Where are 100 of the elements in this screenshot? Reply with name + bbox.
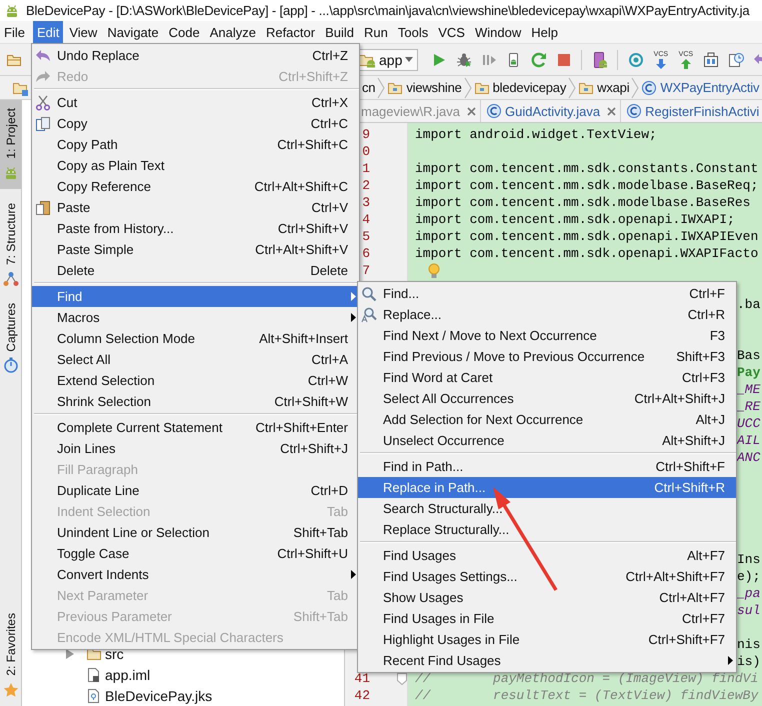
menu-item[interactable]: Show Usages Ctrl+Alt+F7 bbox=[358, 587, 736, 608]
menu-item[interactable]: Select All Occurrences Ctrl+Alt+Shift+J bbox=[358, 388, 736, 409]
editor-tab[interactable]: GuidActivity.java bbox=[481, 100, 622, 122]
tool-window-button[interactable]: 2: Favorites bbox=[0, 605, 21, 706]
menu-item[interactable]: Add Selection for Next Occurrence Alt+J bbox=[358, 409, 736, 430]
shortcut-text: Ctrl+Alt+Shift+J bbox=[634, 391, 725, 406]
breadcrumb[interactable]: cn bbox=[362, 80, 376, 95]
shortcut-text: Ctrl+Alt+Shift+V bbox=[255, 242, 348, 257]
menu-item[interactable]: Find Previous / Move to Previous Occurrence Shift+F3 bbox=[358, 346, 736, 367]
menu[interactable]: Build bbox=[321, 21, 358, 43]
menu-item[interactable]: Convert Indents bbox=[32, 564, 359, 585]
shortcut-text: Alt+Shift+J bbox=[662, 433, 725, 448]
menu-item[interactable]: Find Next / Move to Next Occurrence F3 bbox=[358, 325, 736, 346]
menu-item[interactable]: Find... Ctrl+F bbox=[358, 283, 736, 304]
menu-item[interactable]: Extend Selection Ctrl+W bbox=[32, 370, 359, 391]
star-icon bbox=[2, 682, 18, 698]
menu-item[interactable]: Paste Simple Ctrl+Alt+Shift+V bbox=[32, 239, 359, 260]
menu-item[interactable]: Select All Ctrl+A bbox=[32, 349, 359, 370]
tool-window-button[interactable]: 7: Structure bbox=[0, 194, 21, 295]
menu-item[interactable]: Unindent Line or Selection Shift+Tab bbox=[32, 522, 359, 543]
line-number: 2 bbox=[361, 177, 370, 194]
tool-window-button[interactable]: 1: Project bbox=[0, 100, 21, 189]
line-number: 5 bbox=[361, 228, 370, 245]
menu[interactable]: Code bbox=[164, 21, 204, 43]
menu[interactable]: View bbox=[65, 21, 102, 43]
undo-icon bbox=[35, 48, 51, 64]
code-line: is) bbox=[737, 653, 760, 670]
breadcrumb[interactable]: bledevicepay bbox=[474, 80, 566, 96]
menu-item[interactable]: Copy Reference Ctrl+Alt+Shift+C bbox=[32, 176, 359, 197]
menu[interactable]: Navigate bbox=[103, 21, 163, 43]
file-icon bbox=[86, 688, 102, 704]
close-icon[interactable] bbox=[467, 106, 476, 116]
editor-tab[interactable]: RegisterFinishActivi bbox=[621, 100, 762, 122]
shortcut-text: Ctrl+Shift+Z bbox=[278, 69, 348, 84]
code-line: import com.tencent.mm.sdk.modelbase.BaseRes bbox=[415, 194, 750, 211]
tree-item[interactable]: app.iml bbox=[22, 664, 344, 685]
breadcrumb[interactable]: wxapi bbox=[578, 80, 630, 96]
menu-item[interactable]: Find Usages Alt+F7 bbox=[358, 545, 736, 566]
shortcut-text: Ctrl+Shift+F7 bbox=[648, 632, 725, 647]
close-icon[interactable] bbox=[607, 106, 616, 116]
code-line: import android.widget.TextView; bbox=[415, 126, 657, 143]
menu-item[interactable]: Copy Ctrl+C bbox=[32, 113, 359, 134]
breadcrumb[interactable]: viewshine bbox=[387, 80, 462, 96]
tool-window-button[interactable]: Captures bbox=[0, 294, 21, 382]
code-comment: // payMethodIcon = (ImageView) findVi bbox=[415, 670, 758, 687]
menu[interactable]: Edit bbox=[32, 21, 64, 43]
menu-item[interactable]: Find in Path... Ctrl+Shift+F bbox=[358, 456, 736, 477]
menu[interactable]: Tools bbox=[394, 21, 432, 43]
menu-item[interactable]: Column Selection Mode Alt+Shift+Insert bbox=[32, 328, 359, 349]
menu[interactable]: Refactor bbox=[262, 21, 320, 43]
code-line: AIL bbox=[737, 432, 760, 449]
menu-item[interactable]: Paste from History... Ctrl+Shift+V bbox=[32, 218, 359, 239]
menu-item[interactable]: Recent Find Usages bbox=[358, 650, 736, 671]
shortcut-text: Ctrl+Shift+R bbox=[654, 480, 725, 495]
menu-item[interactable]: Replace in Path... Ctrl+Shift+R bbox=[358, 477, 736, 498]
menu-item[interactable]: Duplicate Line Ctrl+D bbox=[32, 480, 359, 501]
menu-item[interactable]: Replace Structurally... bbox=[358, 519, 736, 540]
stop-icon bbox=[556, 52, 572, 68]
menu-item[interactable]: Complete Current Statement Ctrl+Shift+Enter bbox=[32, 417, 359, 438]
menu-item[interactable]: Cut Ctrl+X bbox=[32, 92, 359, 113]
menu-item[interactable]: Copy as Plain Text bbox=[32, 155, 359, 176]
android-icon bbox=[4, 2, 20, 18]
menu-item[interactable]: Toggle Case Ctrl+Shift+U bbox=[32, 543, 359, 564]
menu-item[interactable]: Delete Delete bbox=[32, 260, 359, 281]
menu[interactable]: Analyze bbox=[206, 21, 260, 43]
menu-item[interactable]: Find Word at Caret Ctrl+F3 bbox=[358, 367, 736, 388]
shortcut-text: Ctrl+X bbox=[312, 95, 348, 110]
clock-icon bbox=[728, 52, 744, 68]
shortcut-text: Ctrl+W bbox=[308, 373, 348, 388]
menu-item[interactable]: Find Usages in File Ctrl+F7 bbox=[358, 608, 736, 629]
menu-item[interactable]: Paste Ctrl+V bbox=[32, 197, 359, 218]
file-icon bbox=[86, 666, 102, 682]
shortcut-text: Tab bbox=[327, 504, 348, 519]
down-arrow-icon bbox=[654, 58, 668, 68]
menu[interactable]: VCS bbox=[434, 21, 469, 43]
menu-item[interactable]: Highlight Usages in File Ctrl+Shift+F7 bbox=[358, 629, 736, 650]
chevron-icon bbox=[631, 76, 640, 98]
code-line: import com.tencent.mm.sdk.constants.Constant bbox=[415, 160, 758, 177]
code-line: _ME bbox=[737, 381, 760, 398]
scissors-icon bbox=[35, 94, 51, 110]
menu-item[interactable]: Copy Path Ctrl+Shift+C bbox=[32, 134, 359, 155]
menu[interactable]: File bbox=[0, 21, 29, 43]
menu-item[interactable]: Unselect Occurrence Alt+Shift+J bbox=[358, 430, 736, 451]
tree-item[interactable]: BleDevicePay.jks bbox=[22, 685, 344, 706]
menu-item[interactable]: Macros bbox=[32, 307, 359, 328]
shortcut-text: Ctrl+Shift+F bbox=[656, 459, 725, 474]
menu-item[interactable]: Join Lines Ctrl+Shift+J bbox=[32, 438, 359, 459]
shortcut-text: Ctrl+Alt+Shift+C bbox=[254, 179, 348, 194]
shortcut-text: Ctrl+Shift+V bbox=[278, 221, 348, 236]
menu-item[interactable]: Replace... Ctrl+R bbox=[358, 304, 736, 325]
menu[interactable]: Window bbox=[470, 21, 526, 43]
menu-item[interactable]: Shrink Selection Ctrl+Shift+W bbox=[32, 391, 359, 412]
menu[interactable]: Help bbox=[527, 21, 562, 43]
menu-item[interactable]: Find Usages Settings... Ctrl+Alt+Shift+F7 bbox=[358, 566, 736, 587]
menu-item[interactable]: Search Structurally... bbox=[358, 498, 736, 519]
menu-item[interactable]: Find bbox=[32, 286, 359, 307]
menu[interactable]: Run bbox=[360, 21, 392, 43]
bug-icon bbox=[456, 52, 472, 68]
breadcrumb[interactable]: WXPayEntryActiv bbox=[641, 80, 760, 96]
up-arrow-icon bbox=[678, 58, 693, 68]
